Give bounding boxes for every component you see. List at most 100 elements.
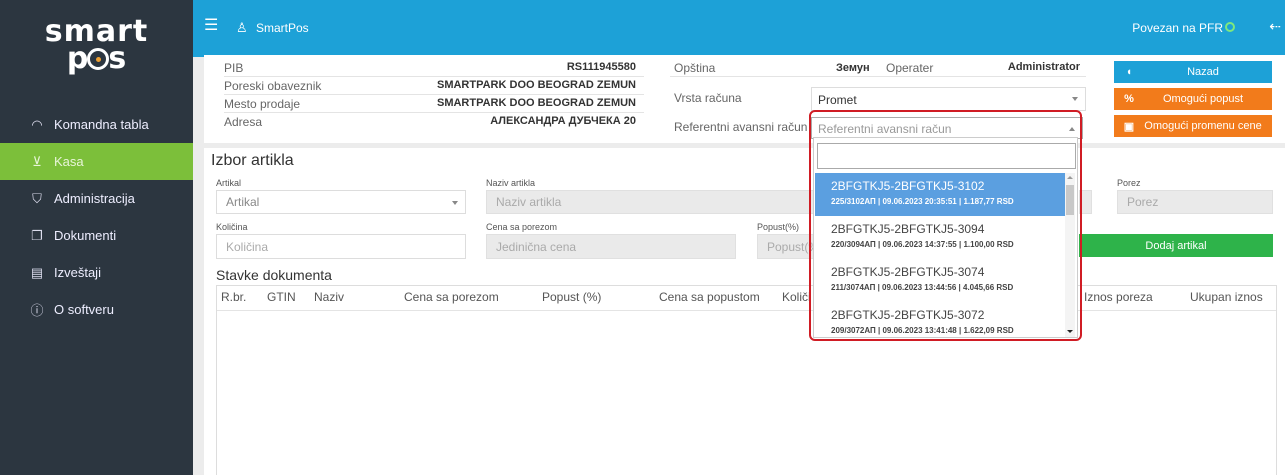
- dropdown-scrollbar[interactable]: [1065, 173, 1075, 337]
- scrollbar-thumb[interactable]: [1066, 185, 1074, 215]
- document-items-table: R.br. GTIN Naziv Cena sa porezom Popust …: [216, 285, 1277, 475]
- info-key: Mesto prodaje: [224, 97, 301, 111]
- sidebar-nav: ◠ Komandna tabla ⊻ Kasa ⛉ Administracija…: [0, 106, 193, 328]
- money-icon: ▣: [1123, 120, 1135, 133]
- cena-sa-porezom-input[interactable]: Jedinična cena: [486, 234, 736, 259]
- dropdown-options-list: 2BFGTKJ5-2BFGTKJ5-3102 225/3102АП | 09.0…: [815, 173, 1066, 337]
- info-key: Adresa: [224, 115, 263, 129]
- enable-price-change-button[interactable]: ▣ Omogući promenu cene: [1114, 115, 1272, 137]
- ref-avansni-select[interactable]: Referentni avansni račun: [811, 117, 1083, 139]
- info-row-pib: PIB RS111945580: [224, 59, 644, 77]
- sidebar-item-komandna-tabla[interactable]: ◠ Komandna tabla: [0, 106, 193, 143]
- sidebar-item-label: Kasa: [54, 154, 84, 169]
- vrsta-racuna-value: Promet: [818, 93, 857, 107]
- sidebar-item-kasa[interactable]: ⊻ Kasa: [0, 143, 193, 180]
- gauge-icon: ◠: [31, 116, 43, 132]
- scroll-down-icon[interactable]: [1067, 330, 1073, 333]
- percent-icon: %: [1124, 93, 1134, 105]
- operater-value: Administrator: [1007, 61, 1080, 73]
- item-selection-title: Izbor artikla: [211, 152, 294, 169]
- sidebar-item-label: Administracija: [54, 191, 135, 206]
- pfr-status-text: Povezan na PFR: [1132, 21, 1223, 35]
- porez-input[interactable]: Porez: [1117, 190, 1273, 214]
- info-row-poreski-obaveznik: Poreski obaveznik SMARTPARK DOO BEOGRAD …: [224, 77, 644, 95]
- enable-discount-label: Omogući popust: [1162, 93, 1244, 105]
- column-header: Popust (%): [542, 290, 602, 304]
- info-value: SMARTPARK DOO BEOGRAD ZEMUN: [436, 79, 636, 91]
- option-subtitle: 220/3094АП | 09.06.2023 14:37:55 | 1.100…: [831, 240, 1014, 249]
- logout-icon[interactable]: ⇠: [1269, 18, 1281, 35]
- sidebar-item-label: O softveru: [54, 302, 114, 317]
- documents-icon: ❐: [31, 227, 43, 243]
- arrow-left-circle-icon: ◖: [1125, 66, 1133, 78]
- column-header: Cena sa popustom: [659, 290, 760, 304]
- sidebar-item-dokumenti[interactable]: ❐ Dokumenti: [0, 217, 193, 254]
- cena-sa-porezom-label: Cena sa porezom: [486, 222, 558, 232]
- cena-placeholder: Jedinična cena: [496, 239, 577, 254]
- app-name: SmartPos: [256, 21, 309, 35]
- dropdown-option[interactable]: 2BFGTKJ5-2BFGTKJ5-3072 209/3072АП | 09.0…: [815, 302, 1066, 337]
- vrsta-racuna-select[interactable]: Promet: [811, 87, 1086, 111]
- back-button[interactable]: ◖ Nazad: [1114, 61, 1272, 83]
- chevron-up-icon: [1069, 127, 1075, 131]
- sidebar-item-administracija[interactable]: ⛉ Administracija: [0, 180, 193, 217]
- dropdown-option[interactable]: 2BFGTKJ5-2BFGTKJ5-3102 225/3102АП | 09.0…: [815, 173, 1066, 216]
- artikal-select[interactable]: Artikal: [216, 190, 466, 214]
- enable-price-change-label: Omogući promenu cene: [1144, 120, 1262, 132]
- info-row-adresa: Adresa АЛЕКСАНДРА ДУБЧЕКА 20: [224, 113, 644, 131]
- dropdown-option[interactable]: 2BFGTKJ5-2BFGTKJ5-3074 211/3074АП | 09.0…: [815, 259, 1066, 302]
- column-header: Naziv: [314, 290, 345, 304]
- option-title: 2BFGTKJ5-2BFGTKJ5-3094: [831, 222, 985, 236]
- porez-label: Porez: [1117, 178, 1141, 188]
- option-subtitle: 209/3072АП | 09.06.2023 13:41:48 | 1.622…: [831, 326, 1014, 335]
- popust-input[interactable]: Popust(%: [757, 234, 819, 259]
- smartpos-logo: smart ps: [0, 17, 193, 74]
- artikal-placeholder: Artikal: [226, 195, 260, 209]
- info-key: Poreski obaveznik: [224, 79, 322, 93]
- item-selection-area: Izbor artikla Artikal Artikal Naziv arti…: [204, 148, 1285, 475]
- vrsta-racuna-label: Vrsta računa: [674, 91, 742, 105]
- ref-avansni-label: Referentni avansni račun: [674, 120, 808, 134]
- dropdown-option[interactable]: 2BFGTKJ5-2BFGTKJ5-3094 220/3094АП | 09.0…: [815, 216, 1066, 259]
- info-icon: ⓘ: [30, 303, 44, 318]
- kolicina-placeholder: Količina: [226, 239, 269, 254]
- operater-label: Operater: [886, 61, 934, 75]
- reports-icon: ▤: [30, 264, 44, 280]
- chevron-down-icon: [452, 201, 458, 205]
- info-key: PIB: [224, 61, 244, 75]
- option-subtitle: 211/3074АП | 09.06.2023 13:44:56 | 4.045…: [831, 283, 1014, 292]
- scroll-up-icon[interactable]: [1067, 176, 1073, 179]
- opstina-label: Opština: [674, 61, 716, 75]
- info-value: RS111945580: [566, 61, 636, 73]
- ref-avansni-dropdown: 2BFGTKJ5-2BFGTKJ5-3102 225/3102АП | 09.0…: [813, 137, 1078, 338]
- sidebar: smart ps ◠ Komandna tabla ⊻ Kasa ⛉ Admin…: [0, 0, 193, 475]
- popust-placeholder: Popust(%: [767, 239, 820, 254]
- sidebar-item-o-softveru[interactable]: ⓘ O softveru: [0, 291, 193, 328]
- porez-left-input: [1079, 190, 1092, 214]
- sidebar-item-izvestaji[interactable]: ▤ Izveštaji: [0, 254, 193, 291]
- column-header: Ukupan iznos: [1190, 290, 1263, 304]
- enable-discount-button[interactable]: % Omogući popust: [1114, 88, 1272, 110]
- user-icon: ♙: [236, 20, 248, 35]
- naziv-artikla-input[interactable]: Naziv artikla: [486, 190, 816, 214]
- topbar: ☰ ♙ SmartPos Povezan na PFR ⇠: [193, 0, 1285, 57]
- hamburger-menu-icon[interactable]: ☰: [204, 18, 218, 34]
- kolicina-input[interactable]: Količina: [216, 234, 466, 259]
- option-title: 2BFGTKJ5-2BFGTKJ5-3074: [831, 265, 985, 279]
- column-header: R.br.: [221, 290, 247, 304]
- table-header-divider: [217, 310, 1276, 311]
- info-value: SMARTPARK DOO BEOGRAD ZEMUN: [436, 97, 636, 109]
- cart-icon: ⊻: [32, 153, 42, 169]
- add-item-label: Dodaj artikal: [1145, 239, 1207, 252]
- back-button-label: Nazad: [1187, 66, 1219, 78]
- column-header: Iznos poreza: [1084, 290, 1153, 304]
- pfr-status-dot-icon: [1225, 22, 1235, 32]
- dropdown-search-input[interactable]: [817, 143, 1076, 169]
- column-header: GTIN: [267, 290, 296, 304]
- sidebar-item-label: Komandna tabla: [54, 117, 149, 132]
- naziv-artikla-placeholder: Naziv artikla: [496, 195, 562, 209]
- shield-icon: ⛉: [32, 190, 42, 206]
- add-item-button[interactable]: Dodaj artikal: [1079, 234, 1273, 257]
- kolicina-label: Količina: [216, 222, 248, 232]
- popust-label: Popust(%): [757, 222, 800, 232]
